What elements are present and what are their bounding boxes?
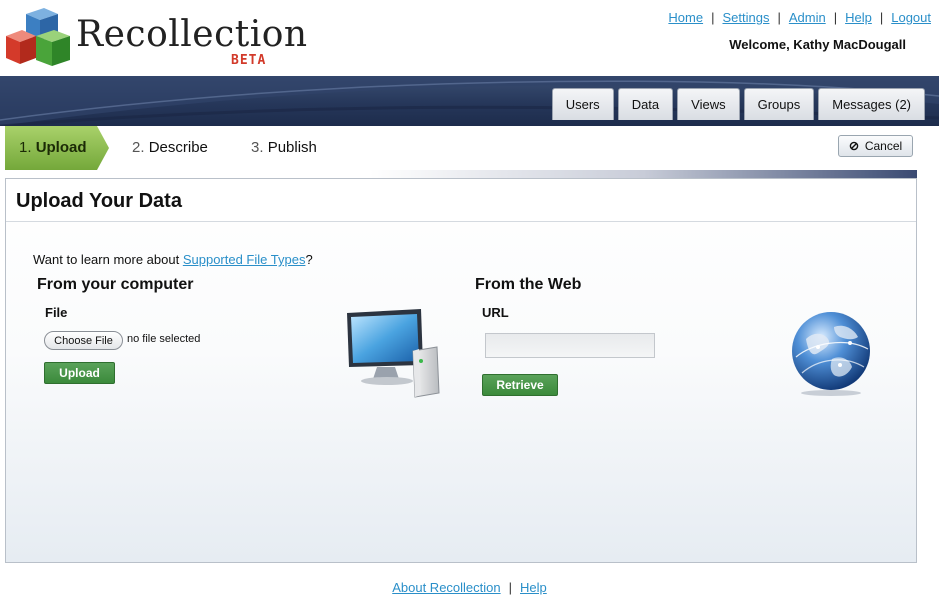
beta-badge: BETA [231, 53, 267, 68]
step-label: Publish [267, 139, 317, 156]
logout-link[interactable]: Logout [891, 10, 931, 25]
separator: | [777, 10, 781, 25]
url-label: URL [482, 305, 509, 320]
main-nav: Users Data Views Groups Messages (2) [551, 88, 925, 120]
learn-more-text: Want to learn more about Supported File … [33, 252, 313, 267]
url-input[interactable] [485, 333, 655, 358]
app-name: Recollection [76, 14, 308, 55]
file-label: File [45, 305, 68, 320]
welcome-message: Welcome, Kathy MacDougall [729, 37, 906, 52]
about-link[interactable]: About Recollection [392, 580, 500, 595]
separator: | [879, 10, 884, 25]
top-links: Home | Settings | Admin | Help | Logout [668, 10, 931, 25]
step-label: Upload [35, 139, 87, 156]
choose-file-button[interactable]: Choose File [44, 331, 123, 350]
panel-header: Upload Your Data [6, 179, 916, 222]
tab-data[interactable]: Data [617, 88, 674, 120]
footer-help-link[interactable]: Help [520, 580, 547, 595]
step-number: 2. [132, 139, 145, 156]
step-number: 3. [251, 139, 264, 156]
learn-more-suffix: ? [305, 252, 313, 267]
step-publish[interactable]: 3. Publish [251, 139, 317, 156]
home-link[interactable]: Home [668, 10, 703, 25]
cancel-button[interactable]: Cancel [838, 135, 913, 157]
from-computer-heading: From your computer [37, 276, 194, 293]
steps-divider [5, 170, 917, 178]
header: Recollection BETA Home | Settings | Admin | He… [0, 0, 939, 76]
step-number: 1. [19, 139, 32, 156]
wizard-steps: 1. Upload 2. Describe 3. Publish Cancel [0, 126, 939, 172]
settings-link[interactable]: Settings [722, 10, 769, 25]
step-describe[interactable]: 2. Describe [132, 139, 208, 156]
file-status: no file selected [127, 333, 201, 345]
retrieve-button[interactable]: Retrieve [482, 374, 558, 396]
upload-panel: Upload Your Data Want to learn more abou… [5, 178, 917, 563]
admin-link[interactable]: Admin [789, 10, 826, 25]
tab-groups[interactable]: Groups [743, 88, 815, 120]
cube-logo-icon [6, 8, 70, 66]
separator: | [508, 580, 513, 595]
tab-messages[interactable]: Messages (2) [818, 88, 925, 120]
separator: | [833, 10, 838, 25]
learn-more-prefix: Want to learn more about [33, 252, 183, 267]
help-link[interactable]: Help [845, 10, 872, 25]
globe-icon [792, 312, 870, 396]
from-web-heading: From the Web [475, 276, 582, 293]
cancel-icon [849, 141, 859, 151]
tab-users[interactable]: Users [551, 88, 614, 120]
tab-views[interactable]: Views [677, 88, 740, 120]
footer: About Recollection | Help [0, 580, 939, 595]
supported-file-types-link[interactable]: Supported File Types [183, 252, 306, 267]
cancel-label: Cancel [864, 139, 903, 153]
computer-icon [347, 309, 440, 398]
step-upload[interactable]: 1. Upload [5, 126, 109, 170]
upload-button[interactable]: Upload [44, 362, 115, 384]
page-title: Upload Your Data [16, 190, 182, 212]
separator: | [711, 10, 715, 25]
step-label: Describe [148, 139, 208, 156]
